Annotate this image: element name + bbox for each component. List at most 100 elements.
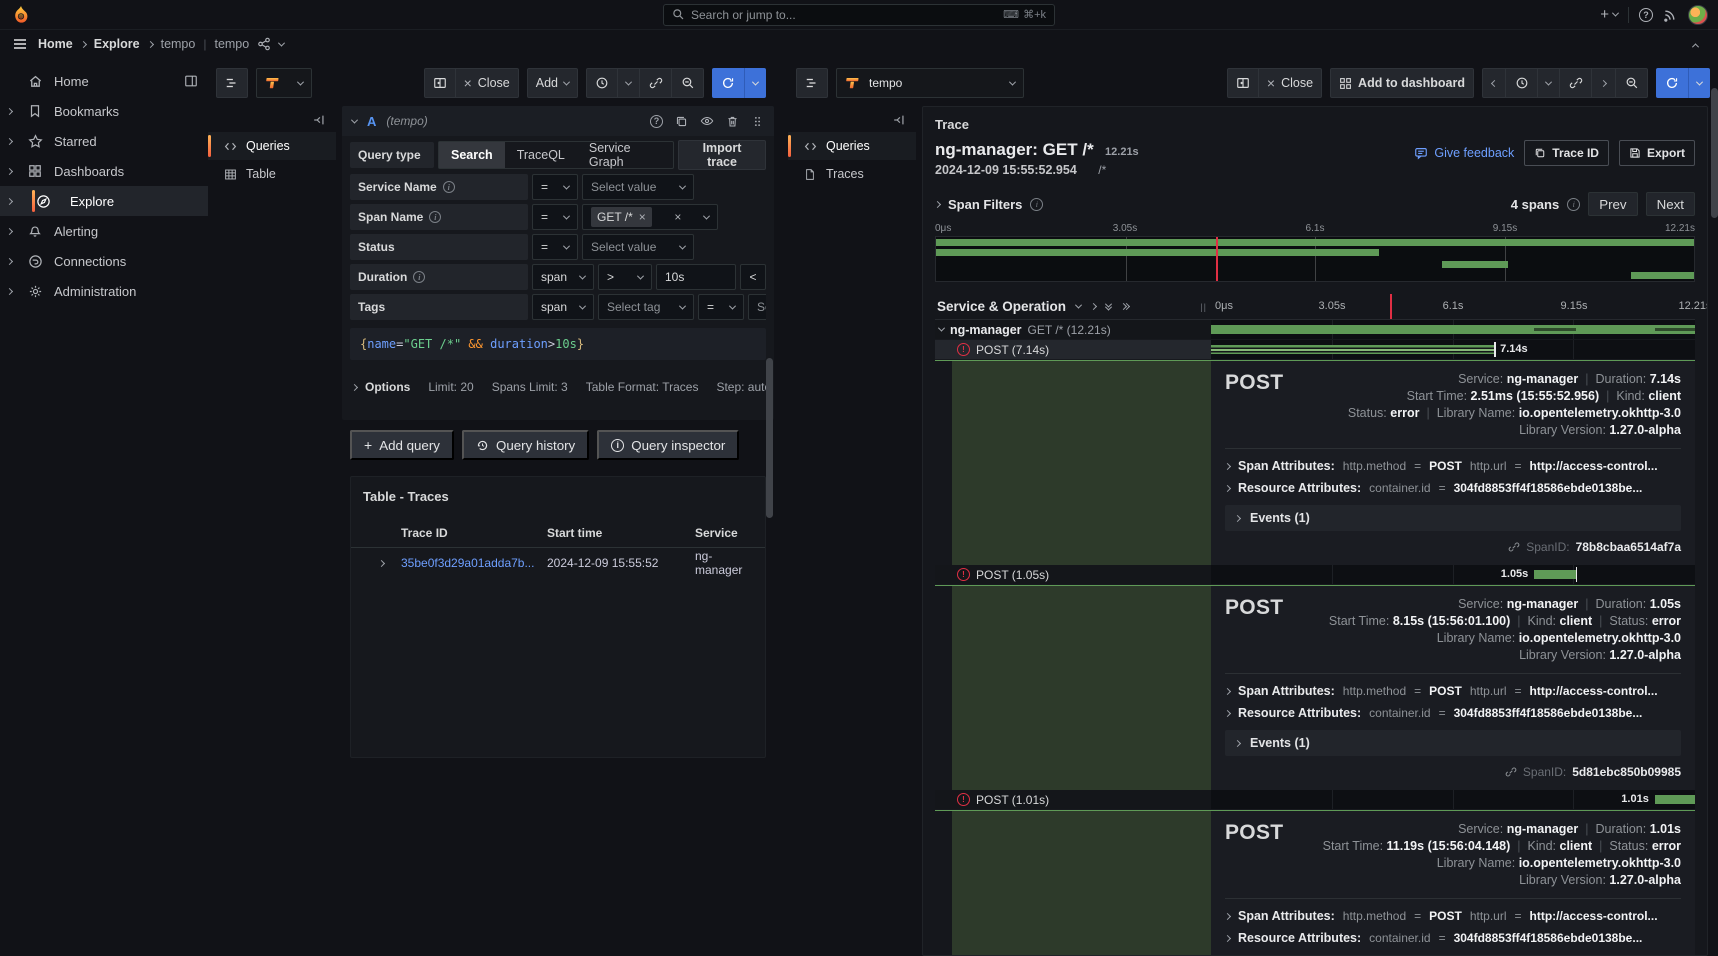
- close-pane-button[interactable]: × Close: [456, 68, 519, 98]
- remove-query-icon[interactable]: [726, 115, 739, 128]
- sidebar-item-queries[interactable]: Queries: [208, 132, 336, 160]
- time-picker-icon[interactable]: [586, 68, 618, 98]
- span-bar[interactable]: 1.05s: [1534, 570, 1576, 579]
- nav-item-starred[interactable]: Starred: [0, 126, 208, 156]
- tab-traceql[interactable]: TraceQL: [505, 142, 577, 168]
- collapse-query-icon[interactable]: [351, 116, 358, 123]
- new-menu-button[interactable]: +: [1600, 6, 1618, 23]
- link-icon[interactable]: [640, 68, 672, 98]
- duration-value-input[interactable]: 10s: [656, 264, 736, 290]
- col-start-time[interactable]: Start time: [547, 526, 695, 540]
- tags-select-value[interactable]: Select va: [748, 294, 766, 320]
- status-select[interactable]: Select value: [582, 234, 694, 260]
- tags-select-tag[interactable]: Select tag: [598, 294, 694, 320]
- options-row[interactable]: Options Limit: 20 Spans Limit: 3 Table F…: [342, 368, 774, 398]
- breadcrumb-home[interactable]: Home: [38, 37, 73, 51]
- left-pane-scrollbar[interactable]: [766, 358, 773, 518]
- menu-icon[interactable]: [12, 36, 28, 52]
- prev-span-button[interactable]: Prev: [1588, 192, 1637, 216]
- nav-item-explore[interactable]: Explore: [0, 186, 208, 216]
- trace-id-link[interactable]: 35be0f3d29a01adda7b...: [401, 556, 547, 570]
- clear-icon[interactable]: ×: [674, 210, 681, 224]
- expand-options-icon[interactable]: [351, 383, 358, 390]
- expand-icon[interactable]: [1225, 934, 1231, 941]
- query-editor-header[interactable]: A (tempo) ?: [342, 106, 774, 136]
- pane-split-divider[interactable]: [774, 58, 788, 956]
- sidebar-item-queries[interactable]: Queries: [788, 132, 916, 160]
- remove-chip-icon[interactable]: ×: [639, 210, 646, 224]
- span-id-value[interactable]: 5d81ebc850b09985: [1572, 765, 1681, 779]
- resource-attributes-row[interactable]: Resource Attributes: container.id=304fd8…: [1225, 702, 1681, 724]
- news-icon[interactable]: [1663, 7, 1678, 22]
- time-shift-right-icon[interactable]: [1592, 68, 1616, 98]
- span-id-value[interactable]: 78b8cbaa6514af7a: [1576, 540, 1681, 554]
- give-feedback-link[interactable]: Give feedback: [1414, 146, 1514, 160]
- span-filters-label[interactable]: Span Filters: [948, 197, 1022, 212]
- events-row[interactable]: Events (1): [1225, 730, 1681, 756]
- refresh-interval-chevron[interactable]: [1688, 68, 1710, 98]
- expand-icon[interactable]: [1234, 739, 1241, 746]
- resource-attributes-row[interactable]: Resource Attributes: container.id=304fd8…: [1225, 927, 1681, 949]
- link-icon[interactable]: [1560, 68, 1592, 98]
- expand-icon[interactable]: [5, 197, 12, 204]
- chevron-down-icon[interactable]: [278, 39, 285, 46]
- hide-query-icon[interactable]: [700, 114, 714, 128]
- next-span-button[interactable]: Next: [1646, 192, 1695, 216]
- zoom-out-icon[interactable]: [1616, 68, 1648, 98]
- expand-icon[interactable]: [1225, 912, 1231, 919]
- tab-service-graph[interactable]: Service Graph: [577, 142, 673, 168]
- export-button[interactable]: Export: [1619, 140, 1695, 166]
- sidebar-item-traces[interactable]: Traces: [788, 160, 916, 188]
- add-button[interactable]: Add: [527, 68, 578, 98]
- zoom-out-icon[interactable]: [672, 68, 704, 98]
- span-bar[interactable]: [1211, 325, 1695, 334]
- refresh-interval-chevron[interactable]: [744, 68, 766, 98]
- collapse-all-icon[interactable]: [1106, 303, 1111, 311]
- add-to-dashboard-button[interactable]: Add to dashboard: [1330, 68, 1474, 98]
- help-icon[interactable]: ?: [1639, 8, 1653, 22]
- span-attributes-row[interactable]: Span Attributes: http.method=POST http.u…: [1225, 455, 1681, 477]
- span-row-post-2[interactable]: ! POST (1.05s) 1.05s: [935, 565, 1695, 585]
- nav-item-home[interactable]: Home: [0, 66, 208, 96]
- share-icon[interactable]: [257, 37, 271, 51]
- dock-sidebar-icon[interactable]: [184, 74, 198, 88]
- run-query-button[interactable]: [1656, 68, 1710, 98]
- expand-icon[interactable]: [1234, 514, 1241, 521]
- service-name-operator[interactable]: =: [532, 174, 578, 200]
- collapse-sidebar-button[interactable]: [208, 108, 336, 132]
- expand-icon[interactable]: [1225, 462, 1231, 469]
- nav-item-bookmarks[interactable]: Bookmarks: [0, 96, 208, 126]
- duration-operator[interactable]: >: [598, 264, 652, 290]
- expand-icon[interactable]: [5, 227, 12, 234]
- service-name-select[interactable]: Select value: [582, 174, 694, 200]
- query-rows-icon[interactable]: [796, 68, 828, 98]
- span-row-post-1[interactable]: ! POST (7.14s) 7.14s: [935, 340, 1695, 360]
- sidebar-item-table[interactable]: Table: [208, 160, 336, 188]
- span-bar[interactable]: 7.14s: [1211, 345, 1494, 354]
- breadcrumb-explore[interactable]: Explore: [94, 37, 140, 51]
- query-history-button[interactable]: Query history: [462, 430, 589, 460]
- time-picker-chevron[interactable]: [618, 68, 640, 98]
- time-picker-chevron[interactable]: [1538, 68, 1560, 98]
- trace-id-button[interactable]: Trace ID: [1524, 140, 1609, 166]
- events-row[interactable]: Events (1): [1225, 505, 1681, 531]
- link-icon[interactable]: [1505, 766, 1517, 778]
- expand-icon[interactable]: [5, 257, 12, 264]
- grafana-logo-icon[interactable]: [10, 4, 32, 26]
- close-pane-button[interactable]: × Close: [1259, 68, 1322, 98]
- duration-scope[interactable]: span: [532, 264, 594, 290]
- expand-icon[interactable]: [5, 137, 12, 144]
- breadcrumb-tempo[interactable]: tempo: [161, 37, 196, 51]
- duration-max-operator[interactable]: <: [740, 264, 766, 290]
- import-trace-button[interactable]: Import trace: [678, 140, 766, 170]
- link-icon[interactable]: [1508, 541, 1520, 553]
- expand-filters-icon[interactable]: [934, 200, 941, 207]
- nav-item-administration[interactable]: Administration: [0, 276, 208, 306]
- collapse-sidebar-button[interactable]: [788, 108, 916, 132]
- split-pane-icon[interactable]: [1227, 68, 1259, 98]
- expand-icon[interactable]: [1225, 709, 1231, 716]
- expand-icon[interactable]: [5, 167, 12, 174]
- status-operator[interactable]: =: [532, 234, 578, 260]
- query-rows-icon[interactable]: [216, 68, 248, 98]
- right-pane-scrollbar[interactable]: [1711, 88, 1718, 218]
